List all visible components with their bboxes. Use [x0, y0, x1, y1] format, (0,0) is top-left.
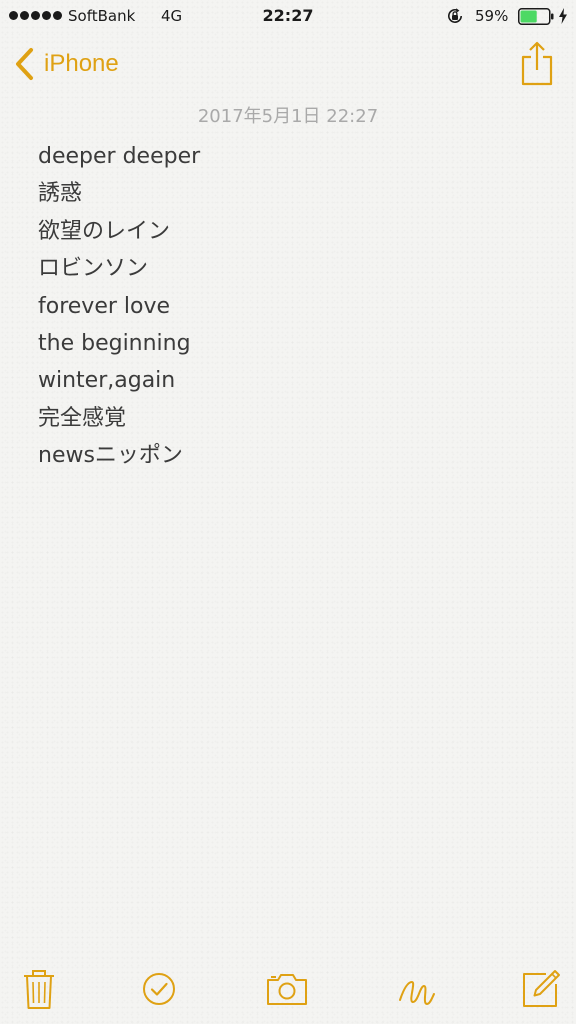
- camera-icon: [264, 966, 310, 1012]
- note-line: 欲望のレイン: [38, 218, 171, 244]
- camera-button[interactable]: [264, 966, 310, 1012]
- note-line: winter,again: [38, 368, 176, 394]
- checklist-icon: [136, 966, 182, 1012]
- checklist-button[interactable]: [136, 966, 182, 1012]
- note-line: the beginning: [38, 330, 191, 356]
- battery-icon: [518, 8, 554, 25]
- share-button[interactable]: [519, 40, 555, 86]
- battery-percentage: 59%: [475, 7, 509, 25]
- orientation-lock-icon: [446, 7, 464, 25]
- note-date: 2017年5月1日 22:27: [197, 106, 379, 127]
- compose-button[interactable]: [518, 966, 564, 1012]
- note-line: ロビンソン: [38, 256, 149, 282]
- trash-icon: [16, 966, 62, 1012]
- back-button-label: iPhone: [44, 50, 119, 77]
- note-line: deeper deeper: [38, 144, 201, 169]
- note-line: 完全感覚: [38, 405, 127, 431]
- note-line: newsニッポン: [38, 443, 183, 469]
- note-body[interactable]: deeper deeper 誘惑 欲望のレイン ロビンソン forever lo…: [38, 138, 538, 475]
- charging-icon: [558, 8, 568, 24]
- note-line: forever love: [38, 293, 171, 319]
- delete-button[interactable]: [16, 966, 62, 1012]
- back-button[interactable]: iPhone: [14, 44, 119, 84]
- status-bar: SoftBank 4G 22:27 59%: [0, 0, 576, 32]
- note-line: 誘惑: [38, 181, 83, 207]
- chevron-left-icon: [14, 47, 36, 81]
- compose-icon: [518, 966, 564, 1012]
- sketch-button[interactable]: [394, 966, 440, 1012]
- sketch-icon: [394, 966, 440, 1012]
- share-icon: [519, 40, 555, 86]
